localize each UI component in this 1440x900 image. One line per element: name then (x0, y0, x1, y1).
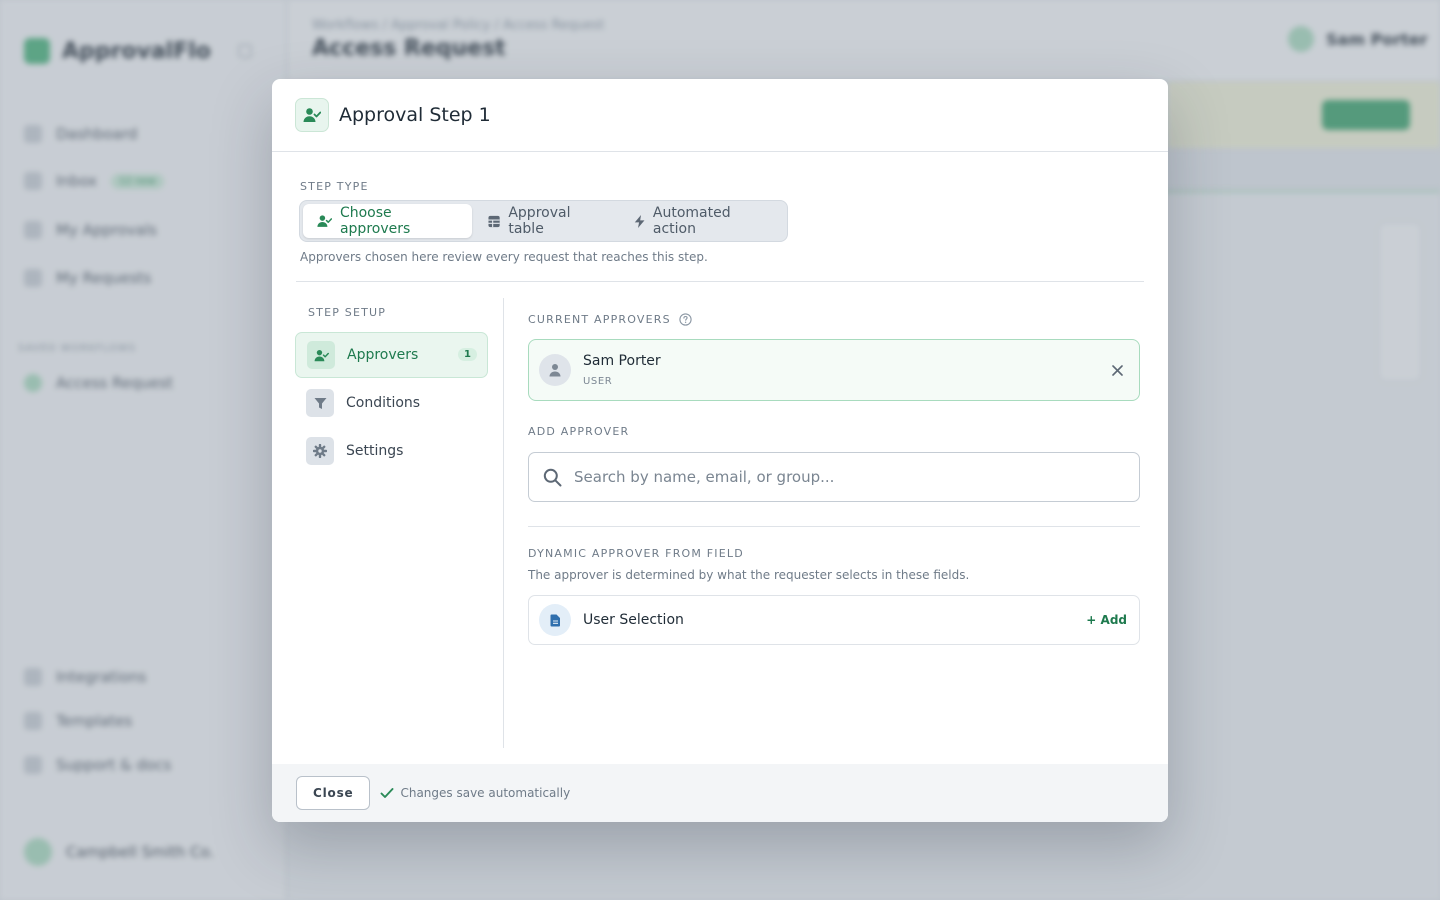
autosave-note: Changes save automatically (380, 786, 570, 800)
setup-item-label: Approvers (347, 347, 419, 363)
modal-title: Approval Step 1 (339, 104, 491, 126)
close-button[interactable]: Close (296, 776, 371, 810)
segment-label: Choose approvers (339, 205, 411, 237)
approver-search-input[interactable] (574, 468, 1114, 486)
approval-step-modal: Approval Step 1 STEP TYPE Choose approve… (272, 79, 1168, 822)
close-icon (1111, 364, 1123, 376)
help-icon[interactable] (679, 313, 692, 326)
user-check-icon (317, 215, 332, 227)
checkmark-icon (381, 788, 394, 798)
setup-item-settings[interactable]: Settings (295, 428, 488, 474)
current-approvers-header: CURRENT APPROVERS (528, 313, 692, 326)
current-approvers-label: CURRENT APPROVERS (528, 313, 671, 326)
dynamic-field-card: User Selection + Add (528, 595, 1140, 645)
modal-header: Approval Step 1 (272, 79, 1168, 152)
autosave-text: Changes save automatically (400, 786, 571, 800)
dynamic-approver-label: DYNAMIC APPROVER FROM FIELD (528, 547, 744, 560)
setup-item-label: Conditions (346, 395, 421, 411)
approver-info: Sam Porter USER (583, 353, 661, 387)
add-dynamic-field-button[interactable]: + Add (1086, 613, 1127, 627)
user-check-icon (295, 98, 329, 132)
document-icon (539, 604, 571, 636)
filter-icon (306, 389, 334, 417)
step-type-choose-approvers[interactable]: Choose approvers (303, 204, 473, 238)
dynamic-field-name: User Selection (583, 612, 684, 628)
step-type-segmented-control: Choose approvers Approval table Automate… (299, 200, 788, 242)
approver-role: USER (583, 376, 613, 387)
dynamic-approver-hint: The approver is determined by what the r… (528, 568, 970, 582)
segment-label: Automated action (652, 205, 731, 237)
approver-search-box (528, 452, 1140, 502)
search-icon (543, 468, 562, 486)
divider (528, 526, 1140, 527)
add-approver-label: ADD APPROVER (528, 425, 630, 438)
user-check-icon (307, 341, 335, 369)
table-icon (488, 215, 500, 227)
approver-card: Sam Porter USER (528, 339, 1140, 401)
step-type-automated-action[interactable]: Automated action (620, 204, 784, 238)
divider (296, 281, 1144, 282)
vertical-divider (503, 298, 504, 748)
modal-footer: Close Changes save automatically (272, 764, 1168, 822)
setup-item-conditions[interactable]: Conditions (295, 380, 488, 426)
step-type-label: STEP TYPE (300, 180, 369, 193)
segment-label: Approval table (508, 205, 571, 237)
remove-approver-button[interactable] (1109, 362, 1125, 378)
setup-item-label: Settings (346, 443, 404, 459)
approver-count-badge: 1 (458, 348, 477, 361)
setup-item-approvers[interactable]: Approvers 1 (295, 332, 488, 378)
step-type-approval-table[interactable]: Approval table (474, 204, 617, 238)
step-type-hint: Approvers chosen here review every reque… (300, 250, 708, 264)
user-avatar-icon (539, 354, 571, 386)
step-setup-label: STEP SETUP (308, 306, 387, 319)
approver-name: Sam Porter (583, 353, 661, 369)
lightning-icon (634, 214, 645, 228)
gear-icon (306, 437, 334, 465)
